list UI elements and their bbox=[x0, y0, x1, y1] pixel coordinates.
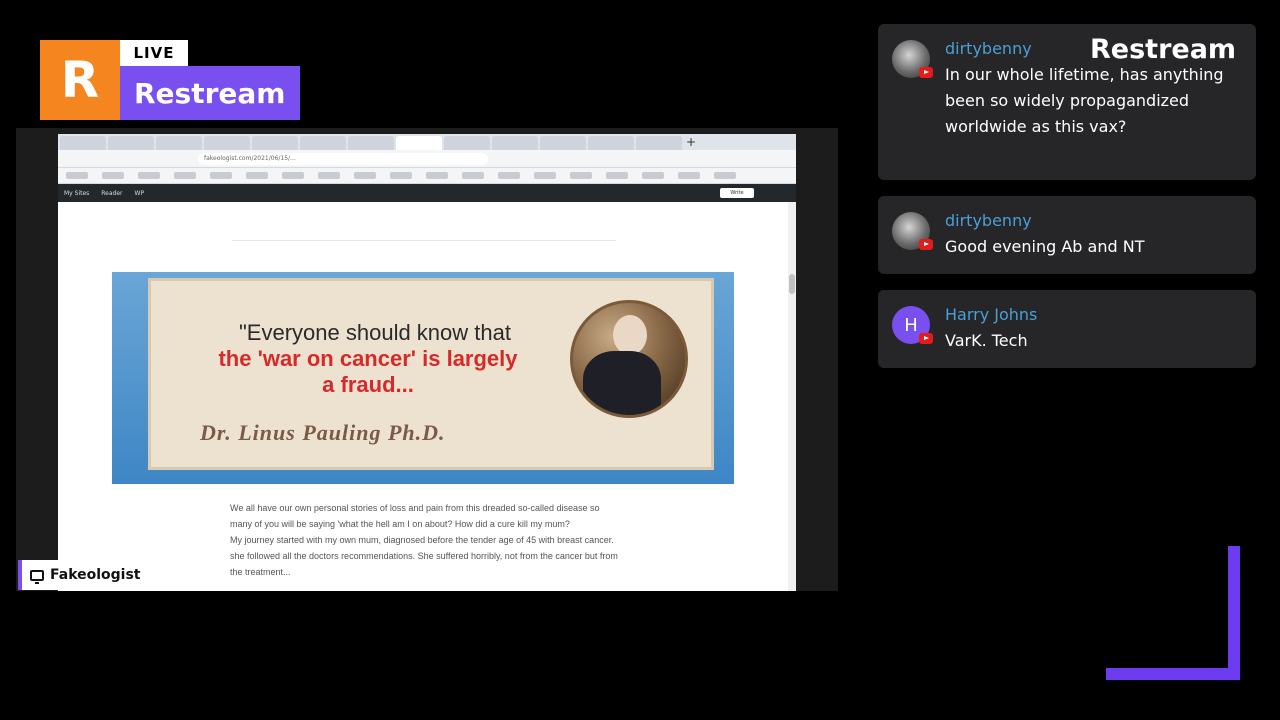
youtube-icon bbox=[919, 67, 933, 78]
bookmark bbox=[606, 172, 628, 179]
bookmark bbox=[714, 172, 736, 179]
page-scrollbar bbox=[788, 202, 796, 591]
chat-message-text: In our whole lifetime, has anything been… bbox=[945, 65, 1224, 136]
browser-tab bbox=[252, 136, 298, 150]
shared-browser-window: + fakeologist.com/2021/06/15/... My Site… bbox=[58, 134, 796, 591]
browser-tab bbox=[156, 136, 202, 150]
chat-message: H Harry Johns VarK. Tech bbox=[878, 290, 1256, 368]
quote-line-1: "Everyone should know that bbox=[239, 320, 511, 345]
browser-tab bbox=[300, 136, 346, 150]
chat-message-text: Good evening Ab and NT bbox=[945, 237, 1145, 256]
bookmark bbox=[390, 172, 412, 179]
bookmark bbox=[66, 172, 88, 179]
bookmark bbox=[462, 172, 484, 179]
scrollbar-thumb bbox=[789, 274, 795, 294]
youtube-icon bbox=[919, 239, 933, 250]
chat-username: Harry Johns bbox=[945, 305, 1038, 324]
browser-tab bbox=[60, 136, 106, 150]
browser-tab-active bbox=[396, 136, 442, 150]
corner-bracket-vertical bbox=[1228, 546, 1240, 680]
restream-logo-initial: R bbox=[40, 40, 120, 120]
wp-admin-item: My Sites bbox=[64, 189, 90, 197]
portrait-image bbox=[570, 300, 688, 418]
wp-write-button: Write bbox=[720, 188, 754, 198]
browser-tab bbox=[588, 136, 634, 150]
bookmarks-bar bbox=[58, 168, 796, 184]
bookmark bbox=[534, 172, 556, 179]
quote-line-3: a fraud... bbox=[322, 372, 414, 397]
quote-signature: Dr. Linus Pauling Ph.D. bbox=[200, 420, 446, 445]
page-divider bbox=[232, 240, 616, 241]
browser-tab bbox=[348, 136, 394, 150]
browser-tab bbox=[540, 136, 586, 150]
portrait-head bbox=[613, 315, 647, 355]
wp-admin-item: WP bbox=[134, 189, 145, 197]
url-field: fakeologist.com/2021/06/15/... bbox=[198, 153, 488, 165]
quote-line-2: the 'war on cancer' is largely bbox=[218, 346, 518, 371]
bookmark bbox=[642, 172, 664, 179]
torn-paper: "Everyone should know that the 'war on c… bbox=[148, 278, 714, 470]
bookmark bbox=[318, 172, 340, 179]
browser-tab bbox=[108, 136, 154, 150]
youtube-icon bbox=[919, 333, 933, 344]
portrait-body bbox=[583, 351, 661, 415]
wp-admin-item: Reader bbox=[101, 189, 123, 197]
bookmark bbox=[174, 172, 196, 179]
bookmark bbox=[210, 172, 232, 179]
browser-address-bar: fakeologist.com/2021/06/15/... bbox=[58, 150, 796, 168]
browser-tab bbox=[444, 136, 490, 150]
chat-brand: Restream bbox=[1090, 34, 1237, 65]
bookmark bbox=[570, 172, 592, 179]
restream-logo-name: Restream bbox=[120, 66, 300, 120]
new-tab-icon: + bbox=[686, 135, 697, 149]
bookmark bbox=[102, 172, 124, 179]
article-paragraph: My journey started with my own mum, diag… bbox=[230, 535, 618, 577]
chat-message: dirtybenny Good evening Ab and NT bbox=[878, 196, 1256, 274]
bookmark bbox=[138, 172, 160, 179]
browser-tab-bar: + bbox=[58, 134, 796, 150]
source-label: Fakeologist bbox=[18, 560, 144, 590]
bookmark bbox=[282, 172, 304, 179]
browser-tab bbox=[492, 136, 538, 150]
restream-logo: R LIVE Restream bbox=[40, 40, 300, 120]
article-body: We all have our own personal stories of … bbox=[230, 500, 618, 580]
bookmark bbox=[678, 172, 700, 179]
browser-tab bbox=[636, 136, 682, 150]
browser-tab bbox=[204, 136, 250, 150]
web-page-content: "Everyone should know that the 'war on c… bbox=[58, 202, 796, 591]
bookmark bbox=[498, 172, 520, 179]
chat-username: dirtybenny bbox=[945, 39, 1032, 58]
chat-message-text: VarK. Tech bbox=[945, 331, 1028, 350]
bookmark bbox=[426, 172, 448, 179]
bookmark bbox=[354, 172, 376, 179]
article-paragraph: We all have our own personal stories of … bbox=[230, 503, 600, 529]
bookmark bbox=[246, 172, 268, 179]
chat-username: dirtybenny bbox=[945, 211, 1032, 230]
wp-admin-bar: My Sites Reader WP Write bbox=[58, 184, 796, 202]
source-label-text: Fakeologist bbox=[50, 567, 141, 583]
monitor-icon bbox=[30, 569, 44, 584]
live-badge: LIVE bbox=[120, 40, 188, 66]
quote-banner-image: "Everyone should know that the 'war on c… bbox=[112, 272, 734, 484]
corner-bracket-horizontal bbox=[1106, 668, 1240, 680]
